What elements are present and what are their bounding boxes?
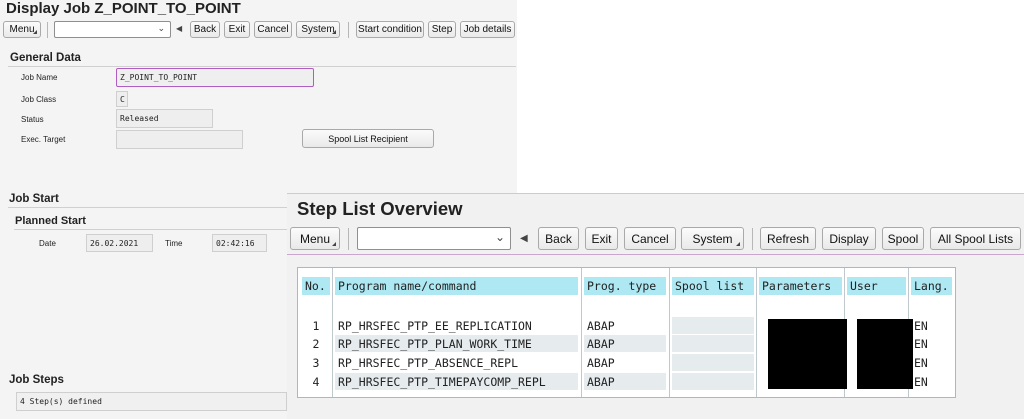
dropdown-corner-icon <box>332 242 336 246</box>
dropdown-corner-icon <box>332 30 336 34</box>
table-row-no: 3 <box>312 355 320 370</box>
toolbar-separator <box>348 228 349 250</box>
step-list-table: No. Program name/command Prog. type Spoo… <box>297 267 956 398</box>
table-row-program[interactable]: RP_HRSFEC_PTP_TIMEPAYCOMP_REPL <box>335 373 578 390</box>
job-class-field[interactable]: C <box>116 91 128 107</box>
date-field[interactable]: 26.02.2021 <box>86 234 153 252</box>
job-details-button[interactable]: Job details <box>460 21 515 38</box>
column-divider <box>756 268 757 397</box>
toolbar-separator <box>47 22 48 38</box>
system-button[interactable]: System <box>681 227 744 250</box>
back-button[interactable]: Back <box>190 21 220 38</box>
section-underline <box>8 207 287 208</box>
column-header-no[interactable]: No. <box>302 277 330 295</box>
planned-start-heading: Planned Start <box>15 215 86 227</box>
redacted-user-block <box>857 319 913 389</box>
job-name-field[interactable]: Z_POINT_TO_POINT <box>116 68 314 87</box>
column-header-parameters[interactable]: Parameters <box>759 277 842 295</box>
table-row-spool[interactable] <box>672 354 754 371</box>
column-header-prog-type[interactable]: Prog. type <box>584 277 666 295</box>
table-row-spool[interactable] <box>672 335 754 352</box>
time-field[interactable]: 02:42:16 <box>212 234 267 252</box>
table-row-program[interactable]: RP_HRSFEC_PTP_EE_REPLICATION <box>335 317 578 334</box>
time-label: Time <box>165 239 183 248</box>
column-divider <box>332 268 333 397</box>
section-underline <box>14 229 287 230</box>
table-row-type: ABAP <box>584 373 666 390</box>
column-header-spool-list[interactable]: Spool list <box>672 277 754 295</box>
spool-button[interactable]: Spool <box>882 227 924 250</box>
general-data-heading: General Data <box>10 52 81 64</box>
date-label: Date <box>39 239 56 248</box>
start-condition-button[interactable]: Start condition <box>356 21 424 38</box>
job-name-label: Job Name <box>21 73 58 82</box>
system-button[interactable]: System <box>296 21 340 38</box>
display-button[interactable]: Display <box>822 227 876 250</box>
step-list-window: Step List Overview Menu ⌄ ◀ Back Exit Ca… <box>287 193 1024 419</box>
command-field[interactable]: ⌄ <box>54 21 171 38</box>
table-row-type: ABAP <box>587 318 615 333</box>
step-list-title: Step List Overview <box>297 198 463 219</box>
steps-summary: 4 Step(s) defined <box>16 392 287 411</box>
refresh-button[interactable]: Refresh <box>760 227 816 250</box>
table-row-spool[interactable] <box>672 317 754 334</box>
table-row-lang: EN <box>914 318 928 333</box>
menu-button[interactable]: Menu <box>3 21 41 38</box>
job-start-heading: Job Start <box>9 193 59 205</box>
menu-button[interactable]: Menu <box>290 227 340 250</box>
table-row-lang: EN <box>914 336 928 351</box>
back-button[interactable]: Back <box>538 227 579 250</box>
menu-label: Menu <box>299 231 331 246</box>
table-row-spool[interactable] <box>672 373 754 390</box>
arrow-left-icon[interactable]: ◀ <box>176 24 182 33</box>
exit-button[interactable]: Exit <box>224 21 250 38</box>
arrow-left-icon[interactable]: ◀ <box>520 233 528 244</box>
job-steps-heading: Job Steps <box>9 374 64 386</box>
cancel-button[interactable]: Cancel <box>624 227 676 250</box>
cancel-button[interactable]: Cancel <box>254 21 292 38</box>
all-spool-lists-button[interactable]: All Spool Lists <box>930 227 1021 250</box>
toolbar-separator <box>752 228 753 250</box>
column-header-program[interactable]: Program name/command <box>335 277 578 295</box>
toolbar-bottom-line <box>287 254 1024 255</box>
table-row-no: 1 <box>312 318 320 333</box>
exec-target-field[interactable] <box>116 130 243 149</box>
column-header-user[interactable]: User <box>847 277 906 295</box>
status-field[interactable]: Released <box>116 109 213 128</box>
system-label: System <box>301 24 335 35</box>
table-row-no: 2 <box>312 336 320 351</box>
redacted-parameters-block <box>768 319 847 389</box>
step-button[interactable]: Step <box>428 21 456 38</box>
command-field[interactable]: ⌄ <box>357 227 511 250</box>
menu-label: Menu <box>9 24 35 35</box>
chevron-down-icon[interactable]: ⌄ <box>157 23 165 34</box>
table-row-no: 4 <box>312 374 320 389</box>
dropdown-corner-icon <box>33 30 37 34</box>
table-row-program[interactable]: RP_HRSFEC_PTP_PLAN_WORK_TIME <box>335 335 578 352</box>
table-row-type: ABAP <box>587 355 615 370</box>
exec-target-label: Exec. Target <box>21 135 66 144</box>
column-divider <box>669 268 670 397</box>
table-row-lang: EN <box>914 355 928 370</box>
toolbar-separator <box>348 22 349 38</box>
exit-button[interactable]: Exit <box>585 227 618 250</box>
table-row-type: ABAP <box>584 335 666 352</box>
spool-list-recipient-button[interactable]: Spool List Recipient <box>302 129 434 148</box>
dropdown-corner-icon <box>736 242 740 246</box>
section-underline <box>8 66 516 67</box>
status-label: Status <box>21 115 44 124</box>
job-class-label: Job Class <box>21 95 57 104</box>
table-row-program[interactable]: RP_HRSFEC_PTP_ABSENCE_REPL <box>335 354 578 371</box>
table-row-lang: EN <box>914 374 928 389</box>
system-label: System <box>692 231 733 246</box>
page-title: Display Job Z_POINT_TO_POINT <box>6 0 241 17</box>
chevron-down-icon[interactable]: ⌄ <box>495 230 505 244</box>
column-header-lang[interactable]: Lang. <box>911 277 952 295</box>
column-divider <box>581 268 582 397</box>
